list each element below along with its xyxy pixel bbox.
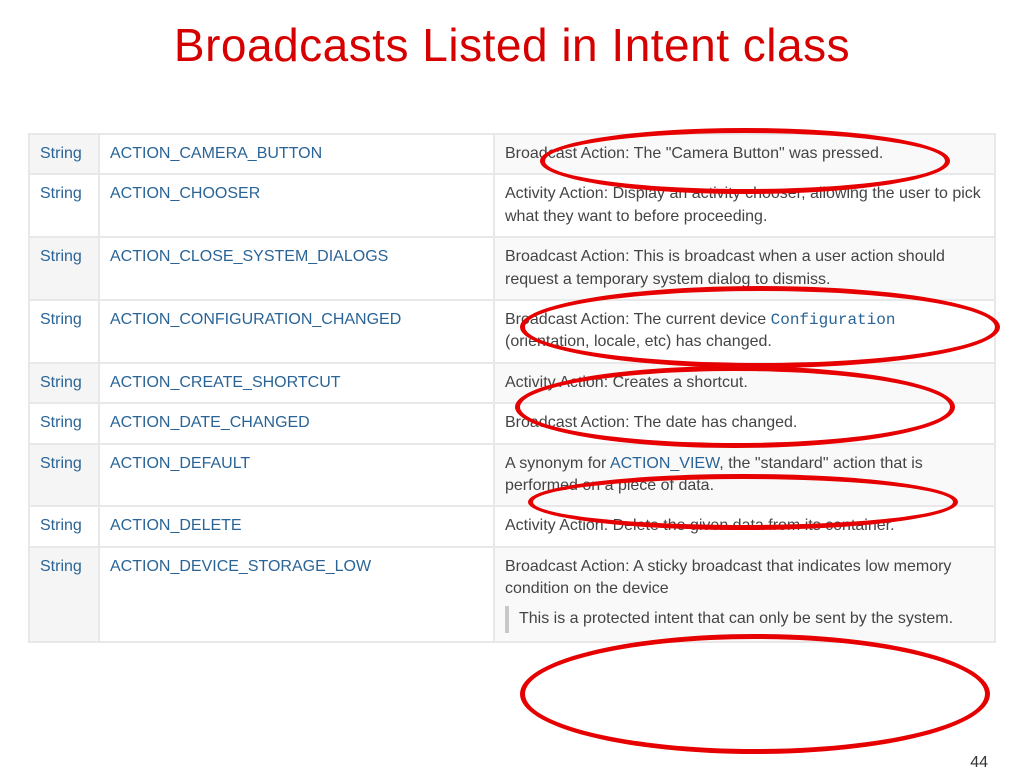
const-cell[interactable]: ACTION_CLOSE_SYSTEM_DIALOGS — [99, 237, 494, 300]
table-row: String ACTION_DEFAULT A synonym for ACTI… — [29, 444, 995, 507]
table-row: String ACTION_DELETE Activity Action: De… — [29, 506, 995, 546]
type-cell[interactable]: String — [29, 403, 99, 443]
const-cell[interactable]: ACTION_DATE_CHANGED — [99, 403, 494, 443]
highlight-ellipse — [520, 634, 990, 754]
type-cell[interactable]: String — [29, 444, 99, 507]
desc-cell: Broadcast Action: A sticky broadcast tha… — [494, 547, 995, 642]
const-cell[interactable]: ACTION_DEFAULT — [99, 444, 494, 507]
desc-pre: Broadcast Action: The current device — [505, 311, 771, 328]
desc-cell: Activity Action: Display an activity cho… — [494, 174, 995, 237]
type-cell[interactable]: String — [29, 363, 99, 403]
configuration-link[interactable]: Configuration — [771, 311, 896, 329]
const-cell[interactable]: ACTION_CREATE_SHORTCUT — [99, 363, 494, 403]
intent-table: String ACTION_CAMERA_BUTTON Broadcast Ac… — [28, 133, 996, 643]
type-cell[interactable]: String — [29, 237, 99, 300]
table-row: String ACTION_CLOSE_SYSTEM_DIALOGS Broad… — [29, 237, 995, 300]
desc-cell: Broadcast Action: The date has changed. — [494, 403, 995, 443]
const-cell[interactable]: ACTION_DEVICE_STORAGE_LOW — [99, 547, 494, 642]
desc-cell: Activity Action: Creates a shortcut. — [494, 363, 995, 403]
desc-cell: Broadcast Action: The "Camera Button" wa… — [494, 134, 995, 174]
desc-post: (orientation, locale, etc) has changed. — [505, 333, 772, 350]
desc-cell: A synonym for ACTION_VIEW, the "standard… — [494, 444, 995, 507]
type-cell[interactable]: String — [29, 134, 99, 174]
type-cell[interactable]: String — [29, 547, 99, 642]
desc-cell: Broadcast Action: The current device Con… — [494, 300, 995, 363]
const-cell[interactable]: ACTION_CAMERA_BUTTON — [99, 134, 494, 174]
action-view-link[interactable]: ACTION_VIEW — [610, 455, 719, 472]
const-cell[interactable]: ACTION_CHOOSER — [99, 174, 494, 237]
page-number: 44 — [970, 754, 988, 768]
desc-text: Broadcast Action: A sticky broadcast tha… — [505, 558, 951, 597]
desc-pre: A synonym for — [505, 455, 610, 472]
table-row: String ACTION_CONFIGURATION_CHANGED Broa… — [29, 300, 995, 363]
table-row: String ACTION_CREATE_SHORTCUT Activity A… — [29, 363, 995, 403]
table-row: String ACTION_CAMERA_BUTTON Broadcast Ac… — [29, 134, 995, 174]
const-cell[interactable]: ACTION_DELETE — [99, 506, 494, 546]
protected-note: This is a protected intent that can only… — [505, 606, 984, 632]
table-row: String ACTION_DATE_CHANGED Broadcast Act… — [29, 403, 995, 443]
slide-title: Broadcasts Listed in Intent class — [0, 18, 1024, 72]
desc-cell: Activity Action: Delete the given data f… — [494, 506, 995, 546]
intent-table-wrap: String ACTION_CAMERA_BUTTON Broadcast Ac… — [28, 133, 996, 643]
type-cell[interactable]: String — [29, 506, 99, 546]
type-cell[interactable]: String — [29, 174, 99, 237]
table-row: String ACTION_CHOOSER Activity Action: D… — [29, 174, 995, 237]
table-row: String ACTION_DEVICE_STORAGE_LOW Broadca… — [29, 547, 995, 642]
type-cell[interactable]: String — [29, 300, 99, 363]
const-cell[interactable]: ACTION_CONFIGURATION_CHANGED — [99, 300, 494, 363]
desc-cell: Broadcast Action: This is broadcast when… — [494, 237, 995, 300]
